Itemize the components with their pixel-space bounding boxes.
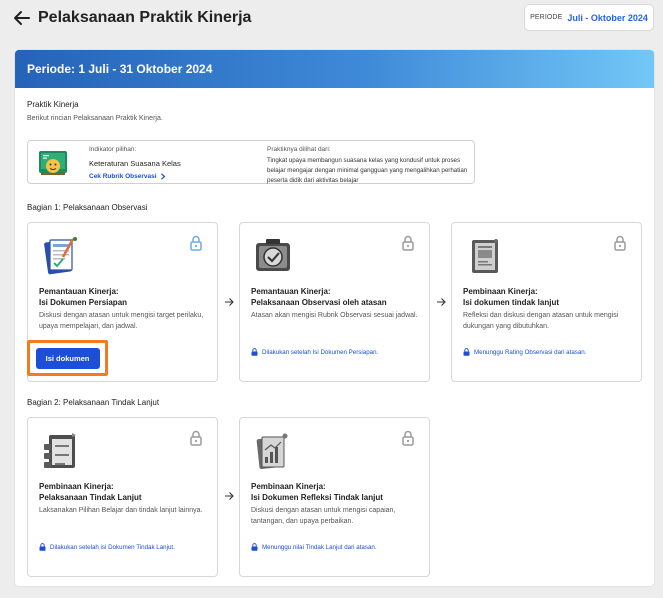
page-title: Pelaksanaan Praktik Kinerja <box>38 9 252 26</box>
chevron-right-icon <box>160 173 165 180</box>
step-note-text: Menunggu nilai Tindak Lanjut dari atasan… <box>262 543 377 551</box>
lock-icon <box>402 235 414 251</box>
step-card-observation: Pemantauan Kinerja: Pelaksanaan Observas… <box>239 222 430 382</box>
step-title-line1: Pembinaan Kinerja: <box>463 287 538 296</box>
step-title: Pemantauan Kinerja: Isi Dokumen Persiapa… <box>39 287 211 308</box>
step-title-line1: Pembinaan Kinerja: <box>39 482 114 491</box>
back-arrow-icon[interactable] <box>13 9 31 27</box>
step-title: Pembinaan Kinerja: Pelaksanaan Tindak La… <box>39 482 211 503</box>
step-title-line1: Pemantauan Kinerja: <box>251 287 331 296</box>
lock-icon <box>39 543 46 551</box>
rubric-link-label: Cek Rubrik Observasi <box>89 173 157 180</box>
arrow-right-icon <box>437 298 446 306</box>
main-card: Periode: 1 Juli - 31 Oktober 2024 Prakti… <box>14 49 655 587</box>
reflection-chart-icon <box>256 433 288 469</box>
period-chip: PERIODE Juli - Oktober 2024 <box>524 4 654 31</box>
step-card-followup-document: Pembinaan Kinerja: Isi dokumen tindak la… <box>451 222 642 382</box>
top-bar: Pelaksanaan Praktik Kinerja PERIODE Juli… <box>0 0 663 38</box>
section2-title: Bagian 2: Pelaksanaan Tindak Lanjut <box>27 398 160 407</box>
indicator-box: Indikator pilihan: Keteraturan Suasana K… <box>27 140 475 184</box>
lock-icon <box>190 235 202 251</box>
fill-document-button[interactable]: Isi dokumen <box>35 347 100 369</box>
arrow-right-icon <box>225 492 234 500</box>
indicator-caption: Indikator pilihan: <box>89 146 137 153</box>
step-note-text: Dilakukan setelah isi Dokumen Tindak Lan… <box>50 543 175 551</box>
step-title-line2: Pelaksanaan Tindak Lanjut <box>39 492 142 502</box>
button-highlight-frame: Isi dokumen <box>27 340 108 376</box>
step-note-text: Menunggu Rating Observasi dari atasan. <box>474 348 587 356</box>
section1-title: Bagian 1: Pelaksanaan Observasi <box>27 203 148 212</box>
lock-icon <box>614 235 626 251</box>
followup-document-icon <box>472 239 498 273</box>
lock-icon <box>190 430 202 446</box>
step-note: Menunggu Rating Observasi dari atasan. <box>463 348 639 356</box>
step-title-line2: Isi Dokumen Persiapan <box>39 297 128 307</box>
step-title: Pembinaan Kinerja: Isi Dokumen Refleksi … <box>251 482 423 503</box>
classroom-icon <box>39 151 67 175</box>
lock-icon <box>251 348 258 356</box>
step-description: Diskusi dengan atasan untuk mengisi capa… <box>251 507 396 525</box>
checklist-clipboard-icon <box>44 433 76 468</box>
seen-caption: Praktiknya dilihat dari: <box>267 146 331 153</box>
step-description: Laksanakan Pilihan Belajar dan tindak la… <box>39 507 203 514</box>
step-title-line2: Pelaksanaan Observasi oleh atasan <box>251 297 387 307</box>
step-description: Diskusi dengan atasan untuk mengisi targ… <box>39 312 204 330</box>
step-title: Pemantauan Kinerja: Pelaksanaan Observas… <box>251 287 423 308</box>
lock-icon <box>463 348 470 356</box>
step-description: Refleksi dan diskusi dengan atasan untuk… <box>463 312 619 330</box>
rubric-link[interactable]: Cek Rubrik Observasi <box>89 173 166 180</box>
arrow-right-icon <box>225 298 234 306</box>
step-title: Pembinaan Kinerja: Isi dokumen tindak la… <box>463 287 635 308</box>
lock-icon <box>251 543 258 551</box>
step-card-followup-execution: Pembinaan Kinerja: Pelaksanaan Tindak La… <box>27 417 218 577</box>
step-note: Menunggu nilai Tindak Lanjut dari atasan… <box>251 543 427 551</box>
step-note: Dilakukan setelah Isi Dokumen Persiapan. <box>251 348 427 356</box>
banner-text: Periode: 1 Juli - 31 Oktober 2024 <box>27 62 213 76</box>
step-title-line1: Pemantauan Kinerja: <box>39 287 119 296</box>
step-note-text: Dilakukan setelah Isi Dokumen Persiapan. <box>262 348 379 356</box>
practice-subtitle: Berikut rincian Pelaksanaan Praktik Kine… <box>27 115 163 122</box>
period-banner: Periode: 1 Juli - 31 Oktober 2024 <box>15 50 654 88</box>
step-title-line2: Isi dokumen tindak lanjut <box>463 297 560 307</box>
seen-text: Tingkat upaya membangun suasana kelas ya… <box>267 157 468 184</box>
step-card-reflection: Pembinaan Kinerja: Isi Dokumen Refleksi … <box>239 417 430 577</box>
period-value: Juli - Oktober 2024 <box>567 12 648 23</box>
period-label: PERIODE <box>530 14 563 21</box>
step-description: Atasan akan mengisi Rubrik Observasi ses… <box>251 312 418 319</box>
step-title-line1: Pembinaan Kinerja: <box>251 482 326 491</box>
step-title-line2: Isi Dokumen Refleksi Tindak lanjut <box>251 492 383 502</box>
practice-title: Praktik Kinerja <box>27 100 79 109</box>
document-checklist-icon <box>44 237 77 275</box>
indicator-name: Keteraturan Suasana Kelas <box>89 159 181 168</box>
observation-icon <box>256 239 290 271</box>
lock-icon <box>402 430 414 446</box>
step-note: Dilakukan setelah isi Dokumen Tindak Lan… <box>39 543 215 551</box>
